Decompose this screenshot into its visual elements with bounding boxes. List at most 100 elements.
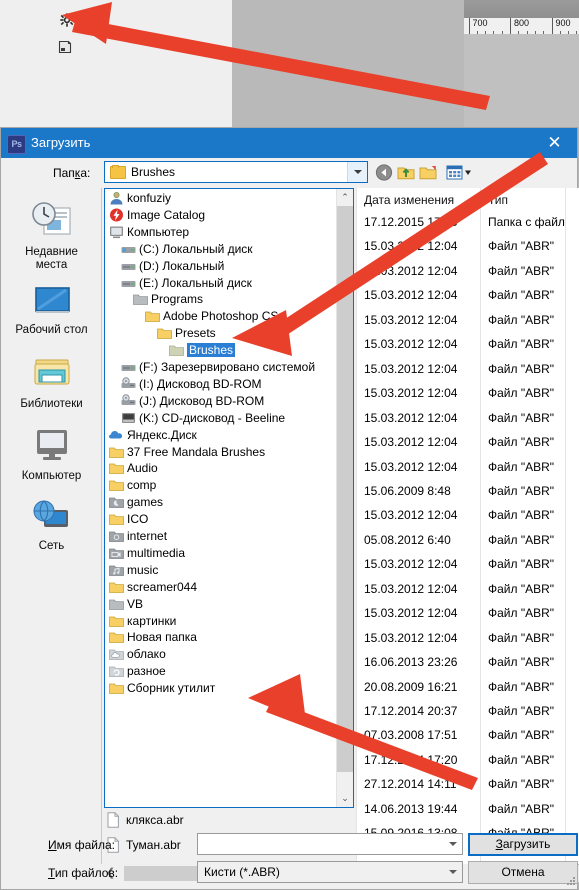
place-item-label: Недавние места [25,246,78,271]
new-folder-icon[interactable] [419,164,437,181]
tree-item[interactable]: Programs [105,291,337,308]
scrollbar-thumb[interactable] [337,206,353,772]
chevron-down-icon[interactable] [449,842,457,846]
network-icon [2,500,101,537]
place-item-4[interactable]: Компьютер [2,428,101,483]
tree-item[interactable]: konfuziy [105,190,337,207]
cell-type: Файл "ABR" [488,386,555,401]
cell-type: Файл "ABR" [488,777,555,792]
chevron-down-icon[interactable] [449,870,457,874]
cancel-button[interactable]: Отмена [468,861,578,884]
folder-path-combobox[interactable]: Brushes [104,161,368,183]
tree-item[interactable]: облако [105,646,337,663]
gear-icon[interactable] [60,13,74,27]
cell-date: 15.03.2012 12:04 [364,435,458,450]
tree-item[interactable]: Компьютер [105,224,337,241]
cell-date: 07.03.2008 17:51 [364,728,458,743]
place-item-1[interactable]: Недавние места [2,202,101,272]
file-list-item[interactable]: клякса.abr [106,811,346,828]
drive-icon [121,259,136,273]
cell-date: 15.03.2012 12:04 [364,557,458,572]
load-button[interactable]: Загрузить [468,833,578,856]
view-mode-icon[interactable] [446,164,472,181]
cd-drive-icon [121,411,136,425]
tree-item[interactable]: VB [105,596,337,613]
cell-date: 15.03.2012 12:04 [364,239,458,254]
tree-item[interactable]: 37 Free Mandala Brushes [105,444,337,461]
up-folder-icon[interactable] [397,164,415,181]
tree-item-label: ICO [127,512,149,527]
tree-item[interactable]: Adobe Photoshop CS [105,308,337,325]
folder-icon [109,580,124,594]
file-icon [106,812,121,828]
tree-item[interactable]: (F:) Зарезервировано системой [105,359,337,376]
filetype-select[interactable]: Кисти (*.ABR) [197,861,463,883]
tree-item[interactable]: Яндекс.Диск [105,427,337,444]
file-details-list[interactable]: Дата изменения Тип 17.12.2015 17:25 Папка с… [356,188,579,864]
tree-item[interactable]: screamer044 [105,579,337,596]
tree-item[interactable]: (K:) CD-дисковод - Beeline [105,410,337,427]
tree-item-label: music [127,562,159,577]
folder-tree[interactable]: ⌃ ⌄ konfuziy Image Catalog Компьютер (C:) Л… [104,188,354,808]
tree-item-label: Programs [151,292,204,307]
cell-date: 15.03.2012 12:04 [364,459,458,474]
tree-item[interactable]: (D:) Локальный [105,258,337,275]
filename-input[interactable] [197,833,463,855]
tree-item-label: Presets [175,326,216,341]
close-icon[interactable]: ✕ [532,128,577,158]
tree-item[interactable]: Audio [105,460,337,477]
column-header[interactable]: Тип [488,193,508,207]
cell-date: 15.06.2009 8:48 [364,483,451,498]
back-icon[interactable] [375,164,393,181]
resize-grip[interactable] [566,877,576,887]
cell-type: Файл "ABR" [488,752,555,767]
tree-item[interactable]: comp [105,477,337,494]
tree-item-label: (J:) Дисковод BD-ROM [139,393,265,408]
place-item-5[interactable]: Сеть [2,500,101,553]
cell-type: Файл "ABR" [488,801,555,816]
cell-type: Файл "ABR" [488,630,555,645]
tree-item[interactable]: Presets [105,325,337,342]
cell-date: 15.03.2012 12:04 [364,386,458,401]
tree-item[interactable]: games [105,494,337,511]
cell-date: 17.12.2014 17:20 [364,752,458,767]
cell-type: Папка с файл [488,215,565,229]
place-item-3[interactable]: Библиотеки [2,356,101,411]
tree-item[interactable]: music [105,562,337,579]
tree-item[interactable]: Сборник утилит [105,680,337,697]
new-layer-icon[interactable] [58,40,72,54]
tree-item[interactable]: разное [105,663,337,680]
chevron-down-icon[interactable] [347,162,367,182]
tree-item-label: Audio [127,461,158,476]
tree-vertical-scrollbar[interactable]: ⌃ ⌄ [336,189,353,807]
drive-icon [121,276,136,290]
tree-item-label: Сборник утилит [127,681,216,696]
cell-date: 15.03.2012 12:04 [364,630,458,645]
place-item-2[interactable]: Рабочий стол [2,286,101,337]
tree-item-label: games [127,495,164,510]
cell-date: 15.03.2012 12:04 [364,263,458,278]
folder-cloud-icon [109,647,124,661]
tree-item[interactable]: Image Catalog [105,207,337,224]
tree-item[interactable]: картинки [105,613,337,630]
column-separator [356,188,357,864]
tree-item[interactable]: (I:) Дисковод BD-ROM [105,376,337,393]
tree-item[interactable]: (C:) Локальный диск [105,241,337,258]
tree-item[interactable]: ICO [105,511,337,528]
scroll-up-icon[interactable]: ⌃ [337,189,353,206]
column-separator [480,188,481,864]
tree-item[interactable]: Новая папка [105,629,337,646]
cell-date: 27.12.2014 14:11 [364,777,457,792]
cell-date: 17.12.2014 20:37 [364,704,458,718]
column-header[interactable]: Дата изменения [364,193,454,207]
scroll-down-icon[interactable]: ⌄ [337,790,353,807]
filetype-label: Тип файлов: [48,866,119,880]
folder-grey-icon [133,292,148,306]
tree-item[interactable]: multimedia [105,545,337,562]
folder-icon [110,165,126,179]
tree-item[interactable]: (E:) Локальный диск [105,275,337,292]
cell-type: Файл "ABR" [488,263,555,278]
tree-item[interactable]: (J:) Дисковод BD-ROM [105,393,337,410]
tree-item[interactable]: internet [105,528,337,545]
tree-item[interactable]: Brushes [105,342,337,359]
